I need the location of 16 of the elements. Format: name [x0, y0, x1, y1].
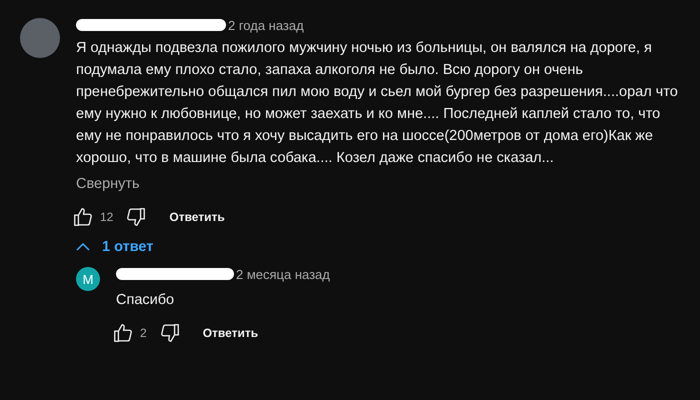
thumbs-down-icon[interactable] [158, 322, 181, 344]
comment-text: Я однажды подвезла пожилого мужчину ночью из больницы, он валялся на дороге, я подумала ему плохо стало, запаха алкоголя не было. Всю дорогу он очень пренебрежительно общался пил мою воду и сьел мой бургер без разрешения....орал что ему нужно к любовнице, но может заехать и ко мне.... Последней каплей стало то, что ему не понравилось что я хочу высадить его на шоссе(200метров от дома его)Как же хорошо, что в машине была собака.... Козел даже спасибо не сказал... [76, 39, 679, 168]
collapse-link[interactable]: Свернуть [76, 173, 140, 195]
like-count: 12 [100, 210, 114, 224]
reply-button[interactable]: Ответить [202, 326, 258, 340]
avatar-photo-placeholder[interactable] [20, 18, 60, 58]
replies-toggle[interactable]: 1 ответ [76, 235, 154, 259]
reply-button[interactable]: Ответить [169, 210, 225, 224]
comment-time: 2 года назад [228, 18, 304, 32]
reply-text: Спасибо [116, 291, 176, 310]
like-count: 2 [140, 326, 147, 340]
thumbs-up-icon[interactable] [72, 206, 94, 228]
thumbs-down-icon[interactable] [125, 206, 148, 228]
thumbs-up-icon[interactable] [112, 322, 134, 344]
comment-time: 2 месяца назад [236, 266, 330, 282]
chevron-icon [76, 243, 90, 251]
